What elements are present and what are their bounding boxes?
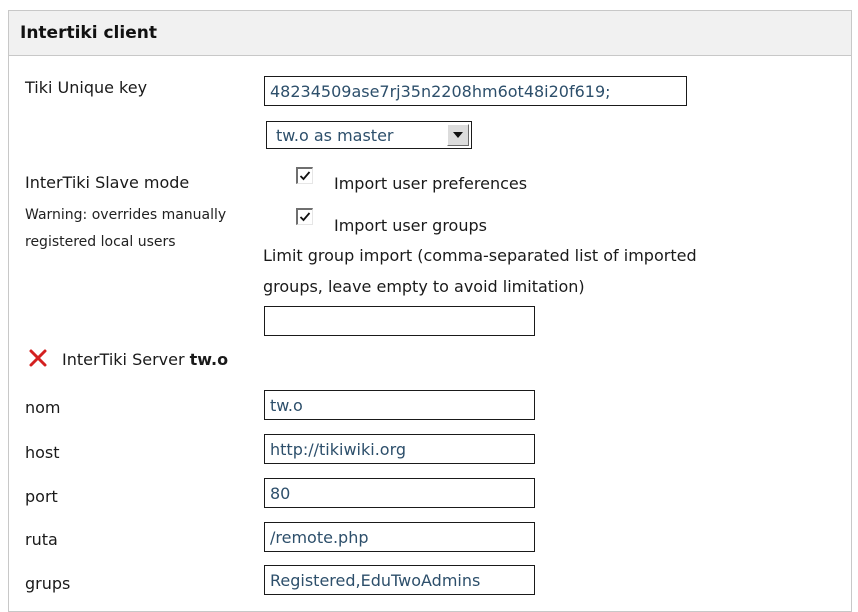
grups-label: grups bbox=[25, 574, 71, 593]
host-input[interactable]: http://tikiwiki.org bbox=[264, 434, 535, 464]
limit-import-input[interactable] bbox=[264, 306, 535, 336]
panel-header: Intertiki client bbox=[9, 11, 851, 56]
nom-input[interactable]: tw.o bbox=[264, 390, 535, 420]
slave-mode-warning: Warning: overrides manually registered l… bbox=[25, 207, 227, 250]
ruta-label: ruta bbox=[25, 530, 58, 549]
unique-key-input[interactable]: 48234509ase7rj35n2208hm6ot48i20f619; bbox=[264, 76, 687, 106]
panel-title: Intertiki client bbox=[20, 23, 157, 43]
nom-label: nom bbox=[25, 398, 61, 417]
server-name: tw.o bbox=[189, 350, 229, 369]
master-select[interactable]: tw.o as master bbox=[266, 121, 472, 149]
ruta-input[interactable]: /remote.php bbox=[264, 522, 535, 552]
import-preferences-label: Import user preferences bbox=[334, 174, 528, 193]
port-label: port bbox=[25, 487, 58, 506]
chevron-down-icon[interactable] bbox=[447, 124, 469, 146]
checkmark-icon bbox=[299, 171, 311, 181]
delete-x-icon[interactable] bbox=[28, 348, 48, 368]
grups-input[interactable]: Registered,EduTwoAdmins bbox=[264, 565, 535, 595]
port-input[interactable]: 80 bbox=[264, 478, 535, 508]
checkmark-icon bbox=[299, 212, 311, 222]
server-heading-prefix: InterTiki Server bbox=[62, 350, 190, 369]
server-heading: InterTiki Server tw.o bbox=[62, 350, 228, 369]
slave-mode-label: InterTiki Slave mode bbox=[25, 173, 190, 192]
master-select-value: tw.o as master bbox=[276, 126, 394, 145]
import-preferences-checkbox[interactable] bbox=[296, 167, 313, 184]
limit-import-label-line2: groups, leave empty to avoid limitation) bbox=[263, 277, 585, 296]
limit-import-label-line1: Limit group import (comma-separated list… bbox=[263, 246, 697, 265]
import-groups-label: Import user groups bbox=[334, 216, 487, 235]
host-label: host bbox=[25, 443, 60, 462]
unique-key-label: Tiki Unique key bbox=[25, 78, 148, 97]
import-groups-checkbox[interactable] bbox=[296, 208, 313, 225]
